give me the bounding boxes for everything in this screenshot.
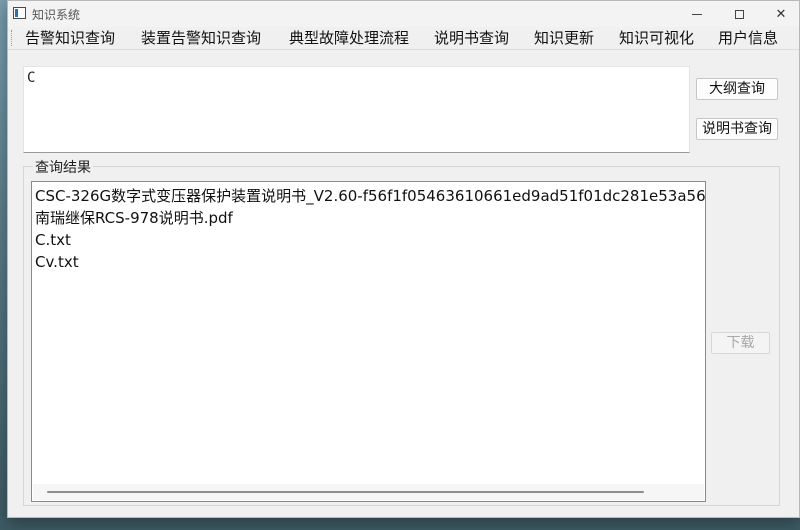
maximize-button[interactable] bbox=[720, 1, 758, 27]
maximize-icon bbox=[734, 9, 744, 19]
list-item[interactable]: Cv.txt bbox=[35, 251, 79, 273]
menu-device-alarm-knowledge[interactable]: 装置告警知识查询 bbox=[141, 28, 261, 48]
menu-alarm-knowledge[interactable]: 告警知识查询 bbox=[25, 28, 115, 48]
menu-fault-process[interactable]: 典型故障处理流程 bbox=[289, 28, 409, 48]
scrollbar-thumb[interactable] bbox=[47, 491, 644, 493]
menu-manual-query[interactable]: 说明书查询 bbox=[434, 28, 509, 48]
menu-divider bbox=[8, 49, 799, 50]
menu-bar: 告警知识查询 装置告警知识查询 典型故障处理流程 说明书查询 知识更新 知识可视… bbox=[8, 27, 799, 49]
minimize-icon bbox=[692, 13, 702, 15]
menu-grip bbox=[11, 30, 13, 46]
menu-user-info[interactable]: 用户信息 bbox=[718, 28, 778, 48]
minimize-button[interactable] bbox=[678, 1, 716, 27]
app-window-icon bbox=[13, 7, 26, 19]
manual-query-button[interactable]: 说明书查询 bbox=[696, 118, 778, 140]
list-item[interactable]: 南瑞继保RCS-978说明书.pdf bbox=[35, 207, 233, 229]
results-list[interactable]: CSC-326G数字式变压器保护装置说明书_V2.60-f56f1f054636… bbox=[31, 181, 706, 502]
query-input-text: C bbox=[27, 70, 36, 86]
list-item[interactable]: CSC-326G数字式变压器保护装置说明书_V2.60-f56f1f054636… bbox=[35, 185, 705, 207]
results-group-title: 查询结果 bbox=[33, 157, 93, 177]
horizontal-scrollbar[interactable] bbox=[33, 484, 704, 500]
menu-knowledge-update[interactable]: 知识更新 bbox=[534, 28, 594, 48]
close-button[interactable]: ✕ bbox=[762, 1, 800, 27]
query-input[interactable]: C bbox=[23, 66, 690, 153]
title-bar: 知识系统 ✕ bbox=[8, 1, 799, 27]
list-item[interactable]: C.txt bbox=[35, 229, 71, 251]
close-icon: ✕ bbox=[775, 6, 787, 22]
outline-query-button[interactable]: 大纲查询 bbox=[696, 78, 778, 100]
main-window: 知识系统 ✕ 告警知识查询 装置告警知识查询 典型故障处理流程 说明书查询 知识… bbox=[7, 0, 800, 518]
window-title: 知识系统 bbox=[32, 8, 81, 22]
download-button[interactable]: 下载 bbox=[711, 332, 770, 354]
menu-knowledge-visualization[interactable]: 知识可视化 bbox=[619, 28, 694, 48]
